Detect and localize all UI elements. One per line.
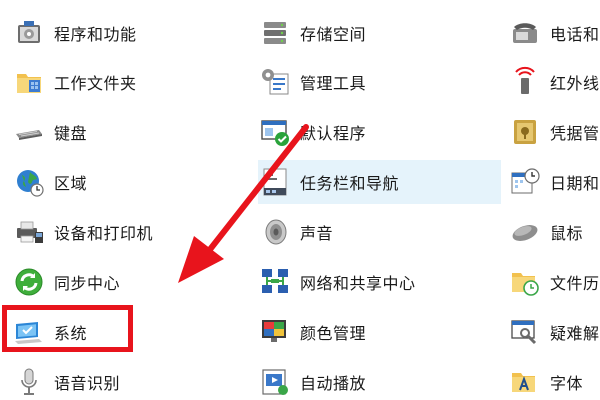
credential-manager-icon (508, 115, 542, 149)
cp-item-label: 工作文件夹 (54, 74, 137, 93)
cp-item-label: 语音识别 (54, 374, 121, 393)
cp-item-system[interactable]: 系统 (12, 310, 222, 354)
cp-item-file-history[interactable]: 文件历 (508, 260, 600, 304)
cp-item-label: 存储空间 (300, 25, 367, 44)
cp-item-label: 默认程序 (300, 124, 367, 143)
cp-item-network-sharing[interactable]: 网络和共享中心 (258, 260, 501, 304)
cp-item-fonts[interactable]: 字体 (508, 360, 600, 400)
work-folders-icon (12, 65, 46, 99)
cp-item-speech-recognition[interactable]: 语音识别 (12, 360, 222, 400)
storage-spaces-icon (258, 16, 292, 50)
cp-item-label: 同步中心 (54, 274, 121, 293)
cp-item-label: 颜色管理 (300, 324, 367, 343)
cp-item-sync-center[interactable]: 同步中心 (12, 260, 222, 304)
cp-item-region[interactable]: 区域 (12, 160, 222, 204)
cp-item-keyboard[interactable]: 键盘 (12, 110, 222, 154)
cp-item-label: 设备和打印机 (54, 224, 154, 243)
infrared-icon (508, 65, 542, 99)
cp-item-autoplay[interactable]: 自动播放 (258, 360, 501, 400)
microphone-icon (12, 365, 46, 399)
cp-item-label: 疑难解 (550, 324, 600, 343)
mouse-icon (508, 215, 542, 249)
autoplay-icon (258, 365, 292, 399)
default-programs-icon (258, 115, 292, 149)
network-sharing-icon (258, 265, 292, 299)
cp-item-label: 自动播放 (300, 374, 367, 393)
cp-item-label: 网络和共享中心 (300, 274, 416, 293)
troubleshooting-icon (508, 315, 542, 349)
cp-item-taskbar-navigation[interactable]: 任务栏和导航 (258, 160, 501, 204)
cp-item-label: 程序和功能 (54, 25, 137, 44)
color-management-icon (258, 315, 292, 349)
cp-item-mouse[interactable]: 鼠标 (508, 210, 600, 254)
cp-item-phone-modem[interactable]: 电话和 (508, 11, 600, 55)
cp-item-devices-printers[interactable]: 设备和打印机 (12, 210, 222, 254)
fonts-icon (508, 365, 542, 399)
cp-item-storage-spaces[interactable]: 存储空间 (258, 11, 501, 55)
programs-features-icon (12, 16, 46, 50)
cp-item-default-programs[interactable]: 默认程序 (258, 110, 501, 154)
cp-item-color-management[interactable]: 颜色管理 (258, 310, 501, 354)
file-history-icon (508, 265, 542, 299)
cp-item-label: 凭据管 (550, 124, 600, 143)
taskbar-navigation-icon (258, 165, 292, 199)
cp-item-sound[interactable]: 声音 (258, 210, 501, 254)
cp-item-date-time[interactable]: 日期和 (508, 160, 600, 204)
cp-item-label: 电话和 (550, 25, 600, 44)
cp-item-label: 文件历 (550, 274, 600, 293)
sync-center-icon (12, 265, 46, 299)
region-globe-icon (12, 165, 46, 199)
cp-item-programs-features[interactable]: 程序和功能 (12, 11, 222, 55)
speaker-icon (258, 215, 292, 249)
cp-item-label: 鼠标 (550, 224, 584, 243)
cp-item-label: 任务栏和导航 (300, 174, 400, 193)
phone-modem-icon (508, 16, 542, 50)
control-panel-all-items: 程序和功能 工作文件夹 键盘 区域 设备和打印机 同步中心 系统 语音识别 存储… (0, 0, 600, 400)
cp-item-label: 日期和 (550, 174, 600, 193)
cp-item-label: 管理工具 (300, 74, 367, 93)
cp-item-work-folders[interactable]: 工作文件夹 (12, 60, 222, 104)
cp-item-admin-tools[interactable]: 管理工具 (258, 60, 501, 104)
cp-item-label: 区域 (54, 174, 88, 193)
devices-printers-icon (12, 215, 46, 249)
cp-item-label: 红外线 (550, 74, 600, 93)
date-time-icon (508, 165, 542, 199)
system-monitor-icon (12, 315, 46, 349)
cp-item-label: 字体 (550, 374, 584, 393)
cp-item-label: 声音 (300, 224, 334, 243)
cp-item-troubleshooting[interactable]: 疑难解 (508, 310, 600, 354)
admin-tools-icon (258, 65, 292, 99)
cp-item-label: 键盘 (54, 124, 88, 143)
cp-item-label: 系统 (54, 324, 88, 343)
cp-item-infrared[interactable]: 红外线 (508, 60, 600, 104)
keyboard-icon (12, 115, 46, 149)
cp-item-credential-manager[interactable]: 凭据管 (508, 110, 600, 154)
